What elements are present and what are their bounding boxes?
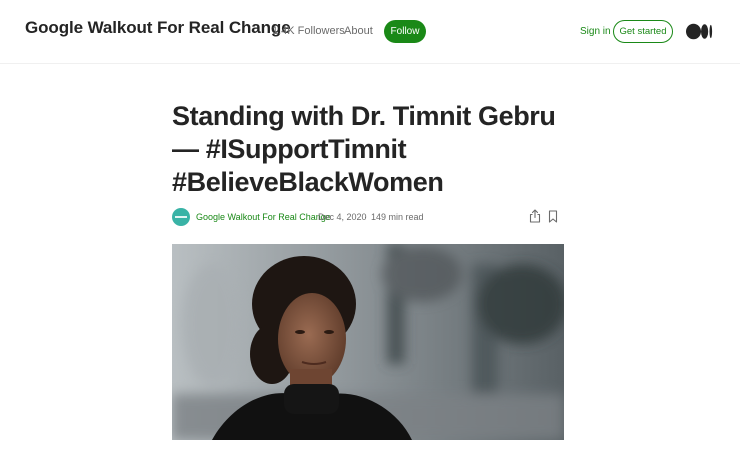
read-time: 149 min read [371, 212, 424, 222]
publication-name[interactable]: Google Walkout For Real Change [25, 18, 291, 38]
bookmark-icon[interactable] [548, 210, 558, 223]
byline: Google Walkout For Real Change Dec 4, 20… [172, 208, 572, 228]
medium-logo-icon[interactable] [686, 23, 713, 40]
hero-image [172, 244, 564, 440]
portrait-photo [172, 244, 564, 440]
publish-date: Dec 4, 2020 [318, 212, 367, 222]
get-started-button[interactable]: Get started [613, 20, 673, 43]
separator-dot: · [364, 212, 367, 222]
top-bar: Google Walkout For Real Change 1.4K Foll… [0, 0, 740, 64]
follow-button[interactable]: Follow [384, 20, 426, 43]
sign-in-link[interactable]: Sign in [580, 26, 611, 37]
followers-count: 1.4K Followers [272, 25, 345, 37]
about-link[interactable]: About [344, 25, 373, 37]
article-title: Standing with Dr. Timnit Gebru — #ISuppo… [172, 101, 556, 197]
share-icon[interactable] [529, 209, 541, 223]
author-link[interactable]: Google Walkout For Real Change [196, 212, 331, 222]
author-avatar[interactable] [172, 208, 190, 226]
